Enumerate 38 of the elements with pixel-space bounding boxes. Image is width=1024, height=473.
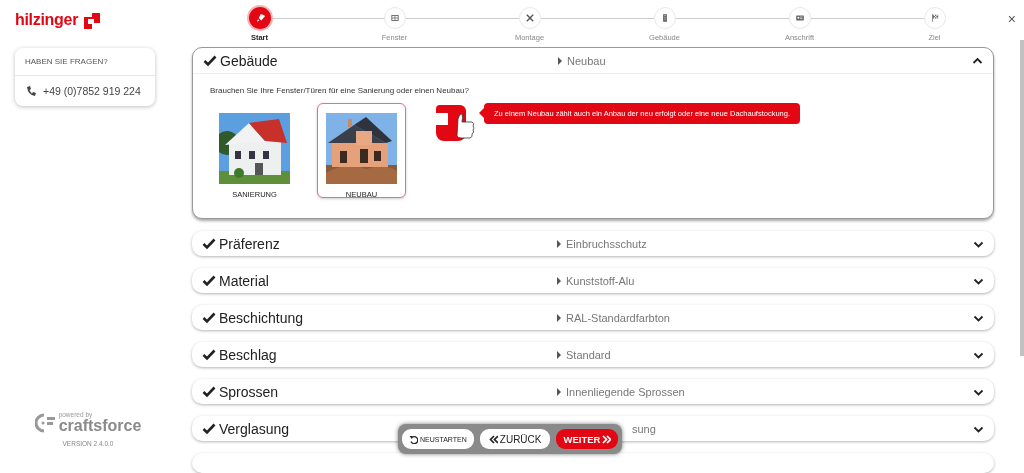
triangle-right-icon [557, 56, 562, 65]
brand-logo-text: hilzinger [15, 11, 79, 29]
section-value: Neubau [567, 54, 606, 67]
back-button[interactable]: ZURÜCK [479, 429, 551, 449]
restart-icon [409, 434, 418, 444]
section-title: Verglasung [219, 420, 290, 437]
craftsforce-logo-icon [34, 412, 55, 433]
triangle-right-icon [556, 387, 561, 396]
section-value: Innenliegende Sprossen [566, 385, 685, 398]
question-text: Brauchen Sie Ihre Fenster/Türen für eine Sanierung oder einen Neubau? [210, 86, 470, 96]
section-value: Standard [566, 348, 611, 361]
triangle-right-icon [556, 350, 561, 359]
craftsforce-wordmark: craftsforce [58, 418, 142, 434]
double-chevron-left-icon [488, 434, 498, 444]
section-value: sung [631, 422, 656, 435]
tooltip-pointer-icon [479, 108, 484, 119]
double-chevron-right-icon [602, 434, 612, 444]
step-marker[interactable] [246, 5, 273, 31]
contact-title: HABEN SIE FRAGEN? [15, 48, 155, 76]
next-button[interactable]: WEITER [556, 429, 619, 449]
scrollbar[interactable] [1020, 40, 1024, 356]
section-title: Sprossen [219, 383, 279, 400]
phone-number[interactable]: +49 (0)7852 919 224 [43, 85, 141, 97]
section-value: Kunststoff-Alu [566, 274, 635, 287]
phone-icon [25, 85, 37, 97]
section-title: Gebäude [220, 52, 278, 69]
logo-icon [81, 10, 102, 30]
triangle-right-icon [556, 313, 561, 322]
chevron-up-icon[interactable] [972, 55, 983, 66]
section-title: Präferenz [219, 235, 280, 252]
section-title: Material [219, 272, 269, 289]
close-button[interactable]: × [1007, 11, 1016, 27]
section-value: Einbruchsschutz [566, 237, 647, 250]
section-title: Beschichtung [219, 309, 304, 326]
triangle-right-icon [556, 276, 561, 285]
section-value: RAL-Standardfarbton [566, 311, 670, 324]
triangle-right-icon [556, 239, 561, 248]
section-title: Beschlag [219, 346, 277, 363]
